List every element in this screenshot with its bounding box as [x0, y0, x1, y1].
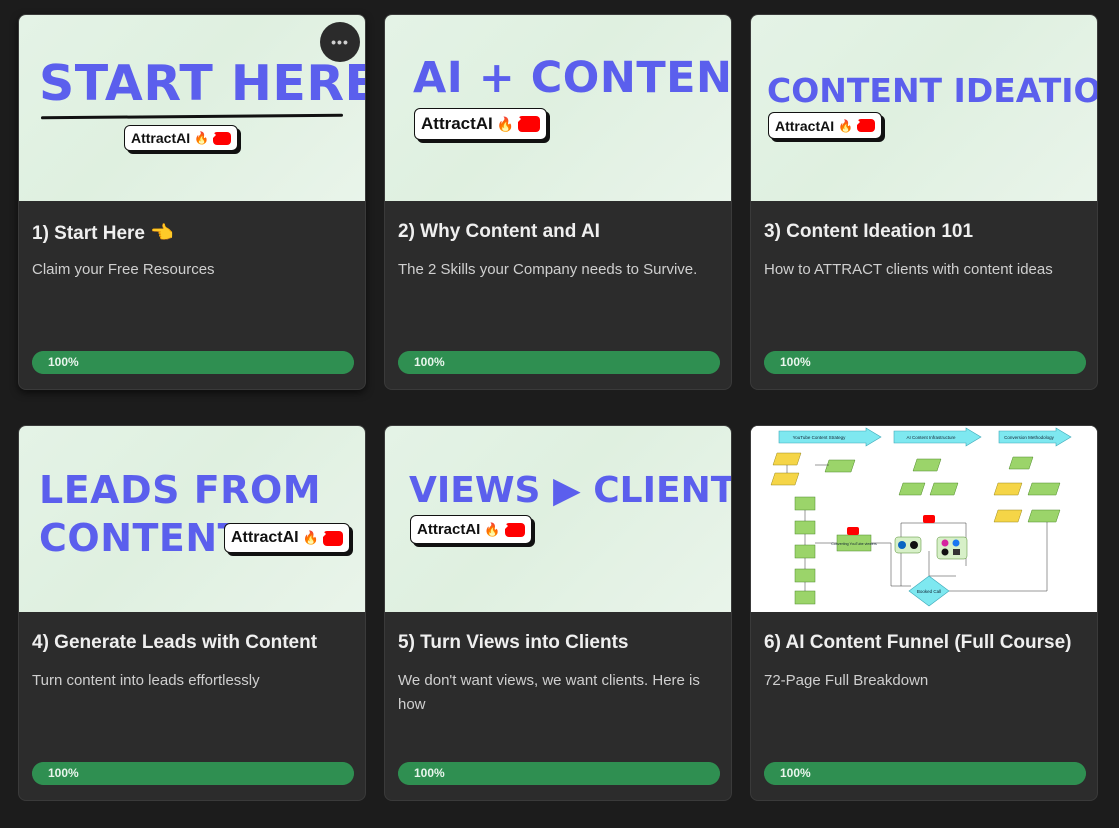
thumbnail-title-line-2: CONTENT: [39, 516, 245, 560]
course-card-4[interactable]: LEADS FROM CONTENT AttractAI 🔥 4) Genera…: [18, 425, 366, 801]
progress-label: 100%: [414, 355, 445, 369]
progress-label: 100%: [48, 355, 79, 369]
tiktok-icon: [941, 548, 949, 556]
diagram-label: Converting YouTube viewers: [831, 542, 877, 546]
thumbnail-underline: [40, 113, 344, 120]
brand-name: AttractAI: [131, 130, 191, 146]
youtube-icon: [923, 515, 935, 523]
thumbnail-title: CONTENT IDEATION: [767, 71, 1098, 110]
youtube-icon: [847, 527, 859, 535]
progress-bar: 100%: [398, 351, 720, 374]
progress-label: 100%: [48, 766, 79, 780]
progress-bar: 100%: [398, 762, 720, 785]
youtube-icon: [322, 530, 343, 546]
flame-icon: 🔥: [194, 131, 210, 145]
diagram-label: YouTube Content Strategy: [793, 435, 846, 440]
course-thumbnail[interactable]: START HERE AttractAI 🔥 •••: [19, 15, 366, 201]
course-title[interactable]: 2) Why Content and AI: [398, 221, 600, 243]
brand-name: AttractAI: [231, 529, 299, 546]
thumbnail-title: START HERE: [39, 55, 366, 112]
course-subtitle: Turn content into leads effortlessly: [32, 672, 260, 689]
progress-label: 100%: [780, 355, 811, 369]
youtube-icon: [518, 116, 541, 132]
funnel-diagram: YouTube Content Strategy AI Content Infr…: [751, 426, 1097, 612]
brand-name: AttractAI: [417, 521, 481, 538]
progress-bar: 100%: [32, 351, 354, 374]
threads-icon: [953, 549, 960, 555]
social-icon-group: [936, 536, 968, 560]
x-icon: [910, 541, 918, 549]
progress-label: 100%: [414, 766, 445, 780]
youtube-icon: [857, 119, 876, 132]
course-subtitle: Claim your Free Resources: [32, 261, 215, 278]
course-thumbnail[interactable]: CONTENT IDEATION AttractAI 🔥: [751, 15, 1098, 201]
course-subtitle: 72-Page Full Breakdown: [764, 672, 929, 689]
more-options-button[interactable]: •••: [320, 22, 360, 62]
progress-fill: [764, 762, 1086, 785]
diagram-label: Conversion Methodology: [1004, 435, 1055, 440]
course-subtitle: We don't want views, we want clients. He…: [398, 672, 700, 713]
course-card-3[interactable]: CONTENT IDEATION AttractAI 🔥 3) Content …: [750, 14, 1098, 390]
course-thumbnail[interactable]: YouTube Content Strategy AI Content Infr…: [751, 426, 1097, 612]
diagram-label: Booked Call: [917, 589, 941, 594]
course-subtitle: How to ATTRACT clients with content idea…: [764, 261, 1053, 278]
course-title[interactable]: 3) Content Ideation 101: [764, 221, 973, 243]
progress-fill: [398, 762, 720, 785]
course-title[interactable]: 6) AI Content Funnel (Full Course): [764, 632, 1072, 654]
progress-fill: [32, 351, 354, 374]
progress-fill: [764, 351, 1086, 374]
thumbnail-title: LEADS FROM: [39, 468, 322, 512]
facebook-icon: [952, 539, 960, 547]
course-card-2[interactable]: AI + CONTENT AttractAI 🔥 2) Why Content …: [384, 14, 732, 390]
youtube-icon: [213, 131, 232, 145]
course-title[interactable]: 5) Turn Views into Clients: [398, 632, 629, 654]
course-thumbnail[interactable]: VIEWS ▶ CLIENTS AttractAI 🔥: [385, 426, 732, 612]
progress-fill: [398, 351, 720, 374]
course-card-5[interactable]: VIEWS ▶ CLIENTS AttractAI 🔥 5) Turn View…: [384, 425, 732, 801]
course-thumbnail[interactable]: LEADS FROM CONTENT AttractAI 🔥: [19, 426, 365, 612]
progress-bar: 100%: [764, 351, 1086, 374]
course-thumbnail[interactable]: AI + CONTENT AttractAI 🔥: [385, 15, 732, 201]
brand-badge: AttractAI 🔥: [410, 515, 532, 544]
brand-badge: AttractAI 🔥: [414, 108, 548, 140]
brand-badge: AttractAI 🔥: [124, 125, 239, 151]
progress-bar: 100%: [764, 762, 1086, 785]
progress-bar: 100%: [32, 762, 354, 785]
course-card-1[interactable]: START HERE AttractAI 🔥 ••• 1) Start Here…: [18, 14, 366, 390]
course-card-6[interactable]: YouTube Content Strategy AI Content Infr…: [750, 425, 1098, 801]
brand-badge: AttractAI 🔥: [768, 112, 883, 139]
brand-badge: AttractAI 🔥: [224, 523, 350, 553]
course-title[interactable]: 4) Generate Leads with Content: [32, 632, 317, 654]
thumbnail-title: VIEWS ▶ CLIENTS: [409, 470, 732, 511]
instagram-icon: [941, 539, 949, 547]
flame-icon: 🔥: [838, 118, 854, 133]
flame-icon: 🔥: [302, 530, 319, 545]
diagram-label: AI Content Infrastructure: [906, 435, 956, 440]
course-subtitle: The 2 Skills your Company needs to Survi…: [398, 261, 698, 278]
progress-label: 100%: [780, 766, 811, 780]
thumbnail-title: AI + CONTENT: [413, 53, 732, 103]
progress-fill: [32, 762, 354, 785]
course-title[interactable]: 1) Start Here 👈: [32, 221, 174, 245]
brand-name: AttractAI: [421, 114, 493, 133]
youtube-icon: [504, 522, 525, 537]
flame-icon: 🔥: [496, 115, 515, 132]
linkedin-icon: [898, 541, 906, 549]
flame-icon: 🔥: [484, 521, 501, 537]
brand-name: AttractAI: [775, 117, 835, 134]
